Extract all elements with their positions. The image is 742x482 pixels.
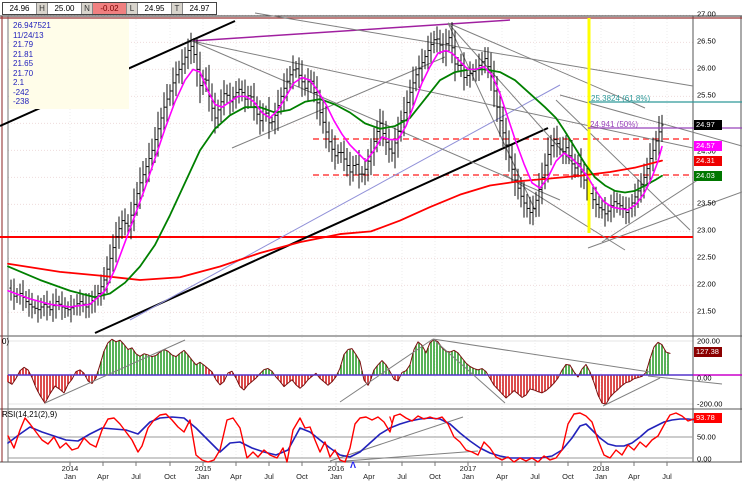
buy-arrow-marker: Λ — [350, 460, 356, 470]
trendline-gray-5 — [192, 41, 560, 200]
sell-arrow-marker: V — [389, 415, 395, 425]
rsi-trendline-0 — [330, 417, 463, 461]
trendline-purple-3 — [192, 20, 510, 41]
ma-slow-red — [8, 161, 662, 280]
osc-trendline-2 — [433, 339, 650, 372]
chart-canvas[interactable]: VΛ — [0, 0, 742, 482]
trendline-gray-8 — [448, 23, 535, 210]
trendline-gray-6 — [255, 13, 693, 86]
ma-fast-magenta — [8, 50, 662, 307]
ma-mid-green — [8, 69, 662, 297]
trendline-violet-2 — [130, 85, 560, 320]
osc-trendline-5 — [648, 376, 722, 384]
trendline-gray-10 — [448, 23, 645, 108]
trendline-gray-9 — [448, 23, 572, 162]
charting-app-window: VΛ 24.96 H 25.00 N -0.02 L 24.95 T 24.97… — [0, 0, 742, 482]
